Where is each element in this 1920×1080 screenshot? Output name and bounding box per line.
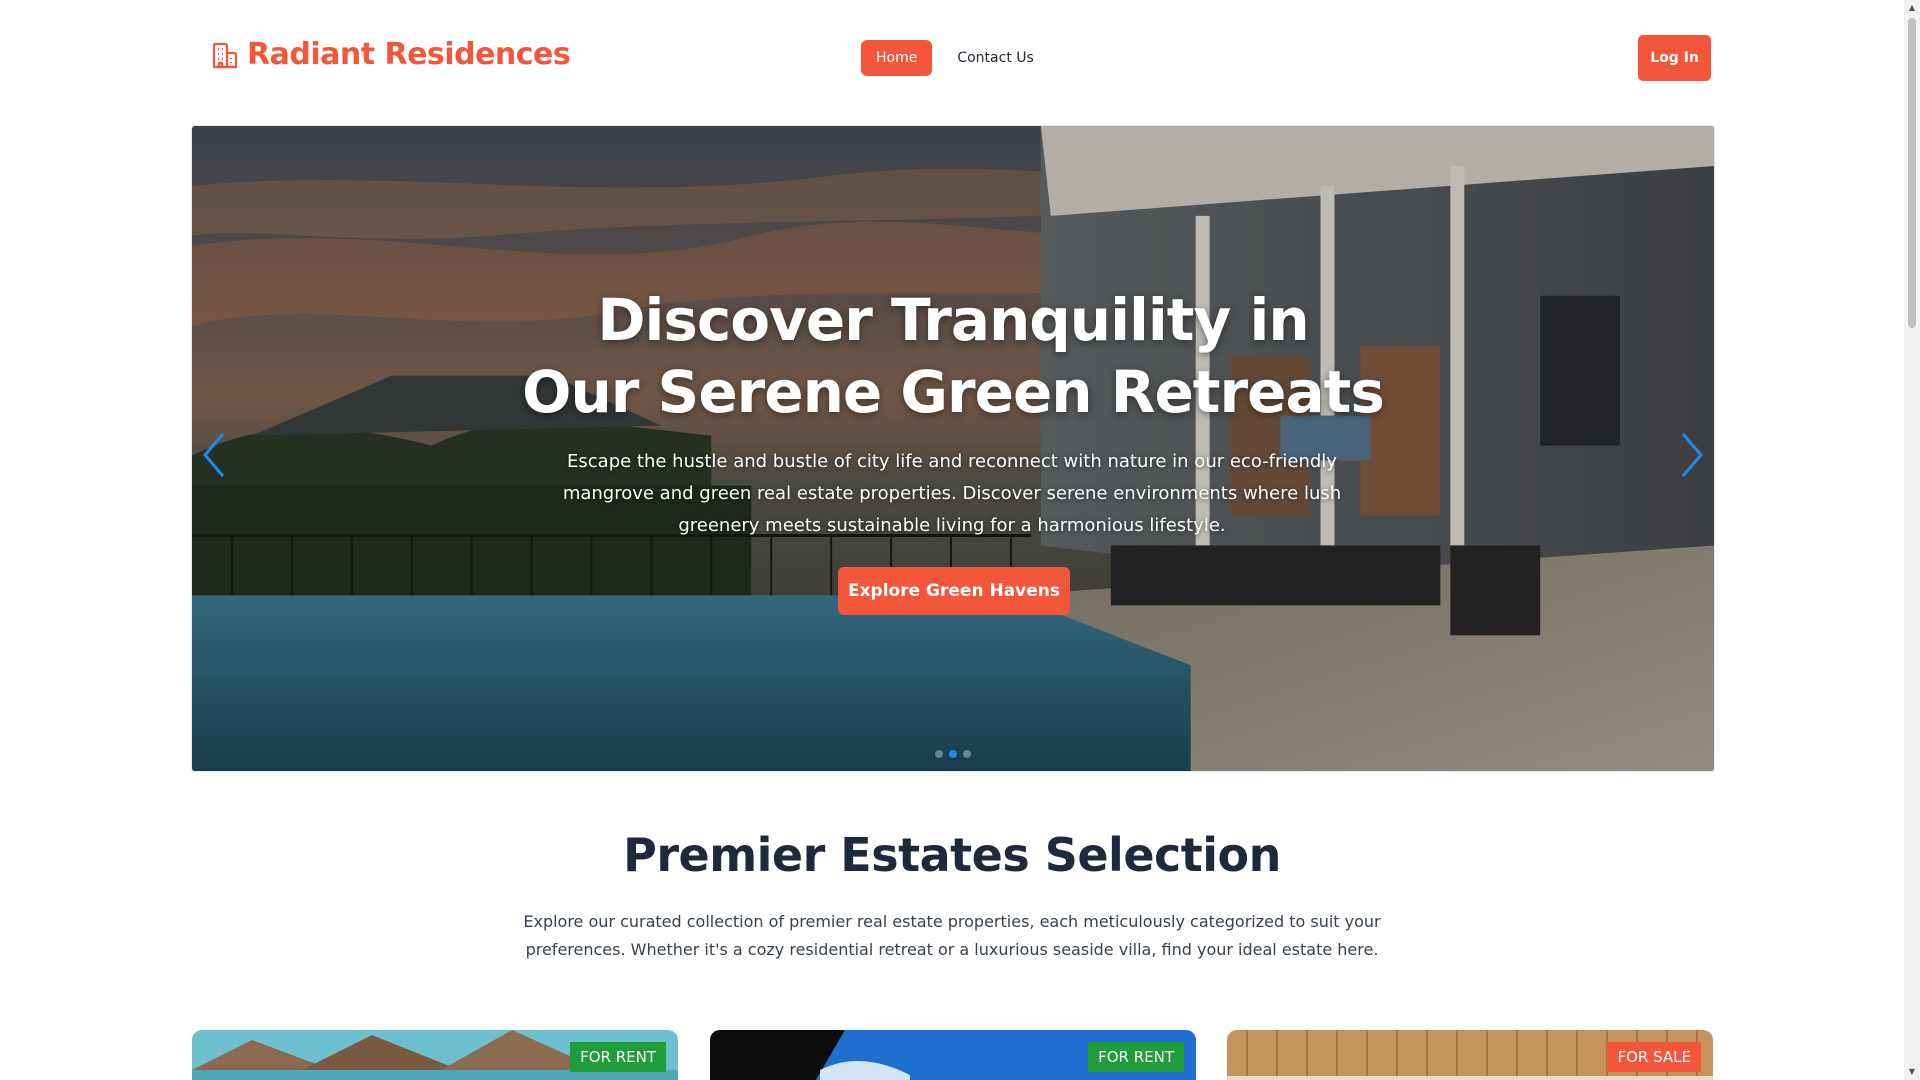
listing-card[interactable]: FOR SALE	[1227, 1030, 1713, 1080]
brand-logo[interactable]: Radiant Residences	[212, 37, 571, 72]
nav-home[interactable]: Home	[861, 40, 933, 76]
for-rent-badge: FOR RENT	[570, 1042, 666, 1072]
carousel-dot-active[interactable]	[949, 750, 957, 758]
brand-name: Radiant Residences	[247, 37, 571, 72]
for-rent-badge: FOR RENT	[1088, 1042, 1184, 1072]
hero-title-line-2: Our Serene Green Retreats	[522, 358, 1385, 426]
carousel-dot[interactable]	[935, 750, 943, 758]
chevron-right-icon	[1681, 432, 1703, 477]
premier-section-title: Premier Estates Selection	[623, 828, 1281, 882]
hero-carousel: Discover Tranquility in Our Serene Green…	[191, 125, 1715, 772]
explore-green-havens-button[interactable]: Explore Green Havens	[838, 567, 1070, 615]
hero-subtitle: Escape the hustle and bustle of city lif…	[562, 451, 1342, 536]
scrollbar-thumb[interactable]	[1908, 18, 1916, 328]
listing-card[interactable]: FOR RENT	[192, 1030, 678, 1080]
hero-title: Discover Tranquility in Our Serene Green…	[192, 284, 1714, 428]
scroll-down-arrow-icon[interactable]: ▼	[1907, 1067, 1917, 1077]
carousel-dot[interactable]	[963, 750, 971, 758]
listing-card[interactable]: FOR RENT	[710, 1030, 1196, 1080]
nav-contact-us[interactable]: Contact Us	[942, 40, 1048, 76]
premier-section-description: Explore our curated collection of premie…	[523, 912, 1381, 959]
chevron-left-icon	[203, 432, 225, 477]
login-button[interactable]: Log In	[1638, 35, 1711, 81]
carousel-next-button[interactable]	[1672, 426, 1712, 486]
carousel-indicators	[192, 750, 1714, 758]
carousel-prev-button[interactable]	[194, 426, 234, 486]
building-icon	[212, 42, 238, 68]
scroll-up-arrow-icon[interactable]: ▲	[1907, 3, 1917, 13]
site-header: Radiant Residences Home Contact Us Log I…	[0, 0, 1904, 118]
hero-title-line-1: Discover Tranquility in	[597, 286, 1309, 354]
for-sale-badge: FOR SALE	[1607, 1042, 1701, 1072]
main-nav: Home Contact Us	[861, 40, 1049, 76]
page-scrollbar[interactable]: ▲ ▼	[1904, 0, 1920, 1080]
